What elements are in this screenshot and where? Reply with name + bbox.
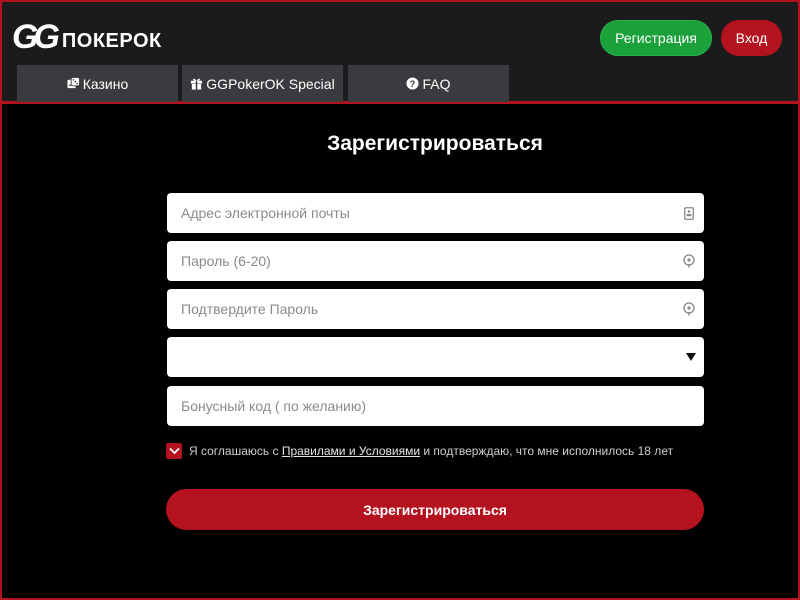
confirm-password-input[interactable] (167, 289, 674, 329)
question-circle-icon: ? (406, 77, 420, 90)
tab-casino-label: Казино (82, 75, 129, 92)
tab-faq[interactable]: ? FAQ (348, 65, 509, 102)
header-bar: GG ПОКЕРОК Регистрация Вход Казино GGPok… (0, 0, 800, 104)
password-input[interactable] (167, 241, 674, 281)
logo-mark: GG (12, 18, 60, 56)
terms-agreement: Я соглашаюсь с Правилами и Условиями и п… (166, 443, 673, 459)
email-field[interactable] (167, 193, 704, 233)
register-button[interactable]: Регистрация (600, 20, 712, 56)
terms-prefix: Я соглашаюсь с (189, 444, 282, 458)
confirm-lock-icon[interactable] (674, 302, 704, 316)
terms-link[interactable]: Правилами и Условиями (282, 444, 420, 458)
password-field[interactable] (167, 241, 704, 281)
bonus-code-field[interactable] (167, 386, 704, 426)
login-button[interactable]: Вход (721, 20, 782, 56)
country-select[interactable] (167, 337, 704, 377)
chevron-down-icon (686, 353, 696, 361)
email-badge-icon (674, 206, 704, 220)
tab-faq-label: FAQ (422, 75, 451, 92)
svg-text:?: ? (410, 79, 416, 89)
confirm-password-field[interactable] (167, 289, 704, 329)
dice-icon (67, 77, 80, 90)
tab-casino[interactable]: Казино (17, 65, 178, 102)
tab-special-label: GGPokerOK Special (206, 75, 335, 92)
terms-checkbox[interactable] (166, 443, 182, 459)
email-input[interactable] (167, 193, 674, 233)
terms-text: Я соглашаюсь с Правилами и Условиями и п… (189, 444, 673, 458)
logo[interactable]: GG ПОКЕРОК (12, 18, 162, 56)
logo-word: ПОКЕРОК (61, 30, 162, 52)
checkmark-icon (168, 447, 180, 455)
tab-special[interactable]: GGPokerOK Special (182, 65, 343, 102)
password-lock-icon[interactable] (674, 254, 704, 268)
bonus-code-input[interactable] (167, 386, 704, 426)
gift-icon (190, 77, 203, 90)
form-title: Зарегистрироваться (327, 132, 543, 155)
submit-register-button[interactable]: Зарегистрироваться (166, 489, 704, 530)
terms-suffix: и подтверждаю, что мне исполнилось 18 ле… (420, 444, 674, 458)
